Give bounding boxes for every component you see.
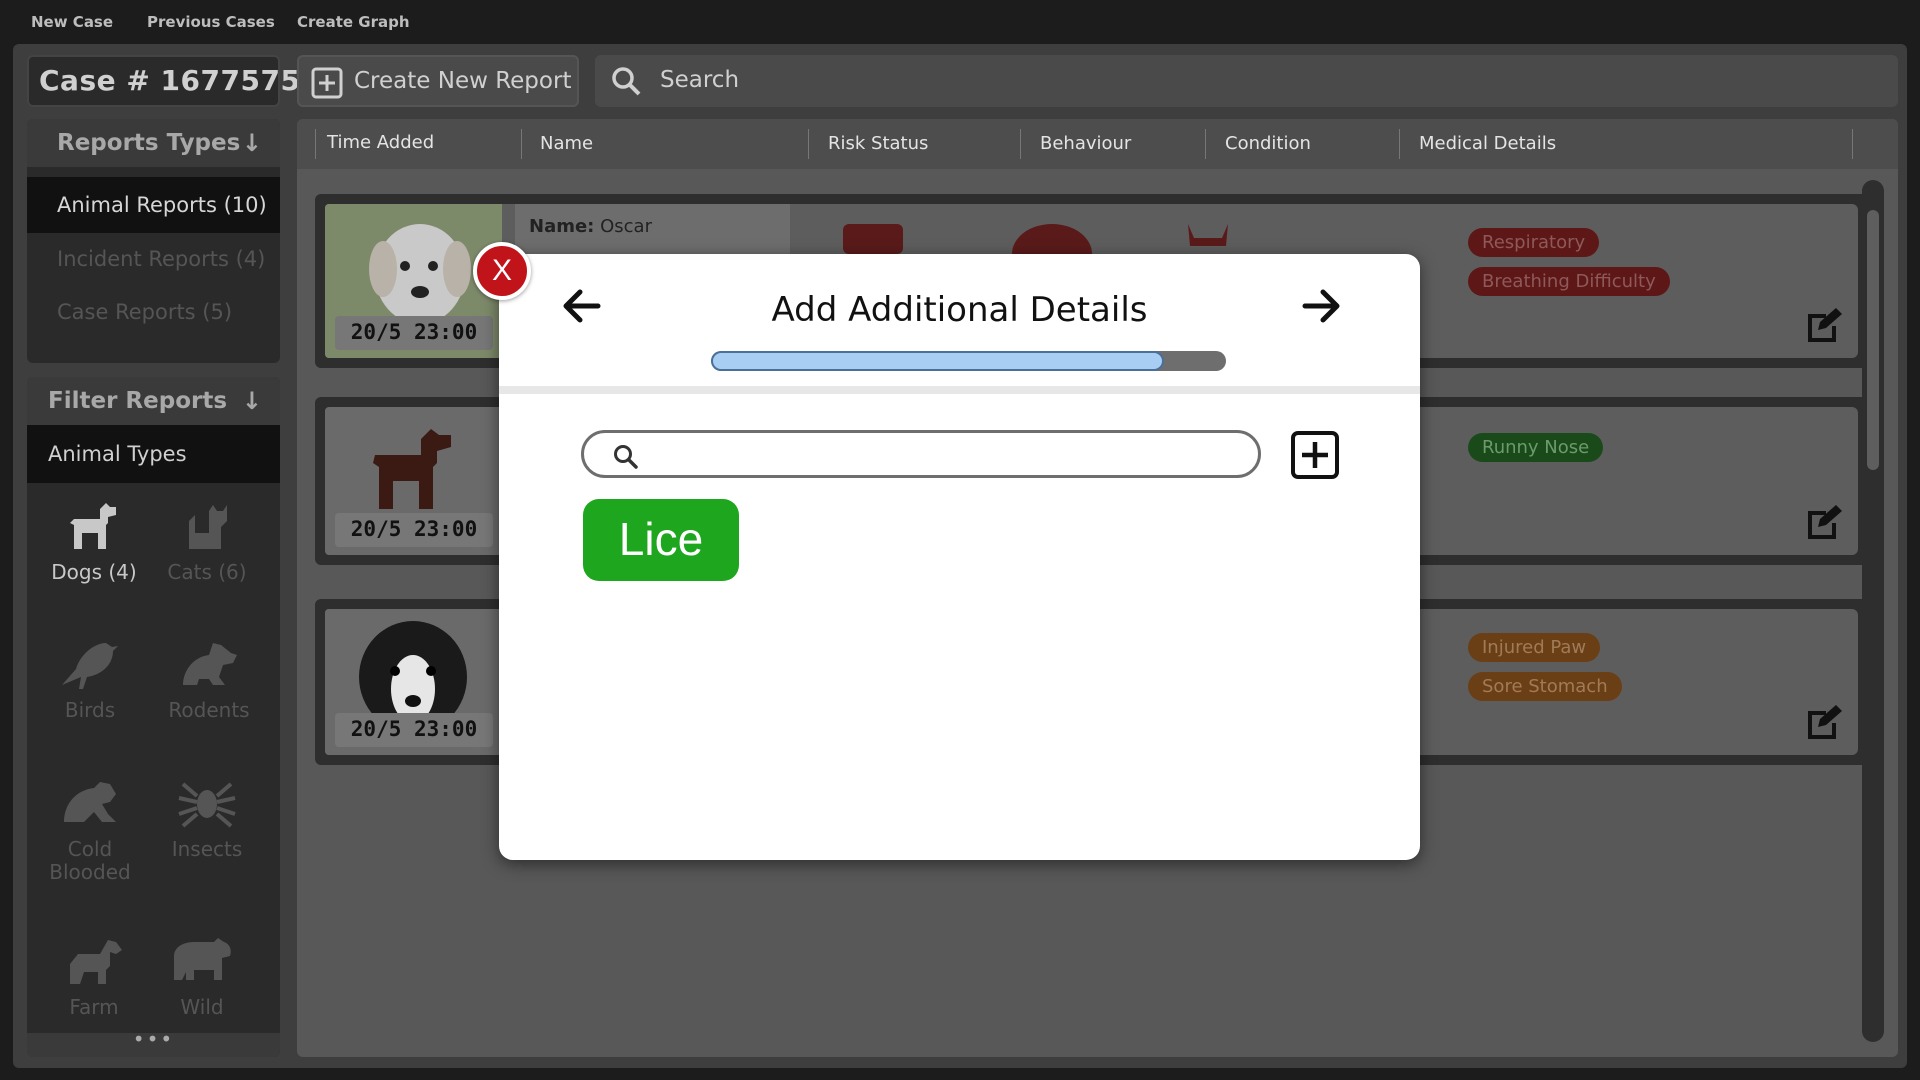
scrollbar-thumb[interactable] — [1867, 210, 1879, 470]
animal-photo: 20/5 23:00 — [325, 609, 502, 755]
col-name[interactable]: Name — [540, 133, 593, 154]
col-risk-status[interactable]: Risk Status — [828, 133, 928, 154]
progress-fill — [711, 351, 1165, 371]
filter-farm-label: Farm — [69, 995, 119, 1019]
report-types-panel: Reports Types ↓ Animal Reports (10) Inci… — [27, 119, 280, 363]
filter-birds-label: Birds — [64, 698, 116, 722]
medical-tags: Injured Paw Sore Stomach — [1468, 633, 1622, 711]
name-label: Name: — [529, 216, 595, 237]
time-added: 20/5 23:00 — [335, 513, 493, 547]
devil-icon — [1188, 224, 1228, 246]
table-header: Time Added Name Risk Status Behaviour Co… — [297, 119, 1898, 169]
detail-chip-lice[interactable]: Lice — [583, 499, 739, 581]
medical-tags: Runny Nose — [1468, 433, 1604, 472]
menu-bar: New Case Previous Cases Create Graph — [0, 0, 1920, 44]
bird-icon — [62, 643, 118, 689]
filter-rodents-label: Rodents — [168, 698, 250, 722]
search-icon — [614, 445, 638, 469]
col-medical-details[interactable]: Medical Details — [1419, 133, 1556, 154]
search-input[interactable]: Search — [595, 55, 1898, 107]
filter-header[interactable]: Filter Reports ↓ — [27, 377, 280, 425]
time-added: 20/5 23:00 — [335, 713, 493, 747]
spider-icon — [178, 782, 236, 828]
progress-bar — [711, 351, 1226, 371]
dog-silhouette-icon — [373, 429, 451, 509]
filter-panel: Filter Reports ↓ Animal Types Dogs (4) C… — [27, 377, 280, 1057]
animal-types-label: Animal Types — [27, 425, 280, 483]
menu-previous-cases[interactable]: Previous Cases — [147, 13, 275, 31]
tag-injured-paw[interactable]: Injured Paw — [1468, 633, 1601, 662]
tag-sore-stomach[interactable]: Sore Stomach — [1468, 672, 1622, 701]
filter-cats[interactable]: Cats (6) — [147, 497, 267, 584]
modal-title: Add Additional Details — [771, 290, 1148, 330]
filter-wild-label: Wild — [180, 995, 224, 1019]
more-dots-icon[interactable]: ••• — [27, 1029, 280, 1057]
cat-icon — [189, 505, 227, 549]
filter-dogs-label: Dogs (4) — [51, 560, 137, 584]
modal-header: Add Additional Details — [499, 254, 1420, 394]
filter-cats-label: Cats (6) — [167, 560, 247, 584]
col-behaviour[interactable]: Behaviour — [1040, 133, 1131, 154]
detail-search-input[interactable] — [650, 439, 1240, 469]
search-icon — [612, 67, 641, 96]
risk-circle-icon — [1012, 224, 1092, 254]
filter-cold-blooded[interactable]: Cold Blooded — [30, 774, 150, 884]
col-condition[interactable]: Condition — [1225, 133, 1311, 154]
time-added: 20/5 23:00 — [335, 316, 493, 350]
menu-new-case[interactable]: New Case — [31, 13, 113, 31]
case-title: Case # 16775758 — [27, 55, 320, 107]
report-type-incident[interactable]: Incident Reports (4) — [27, 233, 280, 288]
create-new-report-button[interactable]: Create New Report — [297, 55, 579, 107]
edit-icon[interactable] — [1804, 705, 1842, 739]
close-modal-button[interactable]: X — [473, 242, 531, 300]
filter-insects-label: Insects — [171, 837, 243, 861]
arrow-down-icon: ↓ — [241, 129, 262, 157]
report-types-title: Reports Types — [57, 130, 241, 156]
animal-name: Oscar — [600, 216, 652, 237]
edit-icon[interactable] — [1804, 308, 1842, 342]
filter-farm[interactable]: Farm — [34, 932, 154, 1019]
col-time-added[interactable]: Time Added — [327, 132, 434, 153]
arrow-down-icon: ↓ — [241, 387, 262, 415]
report-types-header[interactable]: Reports Types ↓ — [27, 119, 280, 167]
filter-title: Filter Reports — [48, 388, 228, 414]
search-placeholder: Search — [660, 67, 740, 93]
tag-respiratory[interactable]: Respiratory — [1468, 228, 1600, 257]
filter-birds[interactable]: Birds — [30, 635, 150, 722]
filter-rodents[interactable]: Rodents — [149, 635, 269, 722]
menu-create-graph[interactable]: Create Graph — [297, 13, 410, 31]
animal-photo: 20/5 23:00 — [325, 407, 502, 555]
filter-insects[interactable]: Insects — [147, 774, 267, 861]
rodent-icon — [183, 643, 237, 685]
frog-icon — [64, 782, 116, 822]
hippo-icon — [174, 938, 231, 980]
report-type-animal[interactable]: Animal Reports (10) — [27, 177, 280, 233]
report-type-case[interactable]: Case Reports (5) — [27, 288, 280, 344]
plus-square-icon — [311, 67, 343, 99]
horse-icon — [70, 940, 122, 984]
dog-icon — [70, 503, 116, 549]
filter-cold-blooded-label: Cold Blooded — [49, 837, 131, 884]
detail-search-field[interactable] — [581, 430, 1261, 478]
arrow-right-icon[interactable] — [1297, 282, 1345, 330]
filter-wild[interactable]: Wild — [142, 932, 262, 1019]
edit-icon[interactable] — [1804, 505, 1842, 539]
tag-runny-nose[interactable]: Runny Nose — [1468, 433, 1604, 462]
add-details-modal: Add Additional Details Lice — [499, 254, 1420, 860]
medical-kit-icon — [843, 224, 903, 254]
scrollbar[interactable] — [1862, 180, 1884, 1042]
medical-tags: Respiratory Breathing Difficulty — [1468, 228, 1670, 306]
create-new-report-label: Create New Report — [354, 68, 572, 94]
tag-breathing-difficulty[interactable]: Breathing Difficulty — [1468, 267, 1670, 296]
add-detail-button[interactable] — [1290, 430, 1340, 480]
filter-dogs[interactable]: Dogs (4) — [34, 497, 154, 584]
